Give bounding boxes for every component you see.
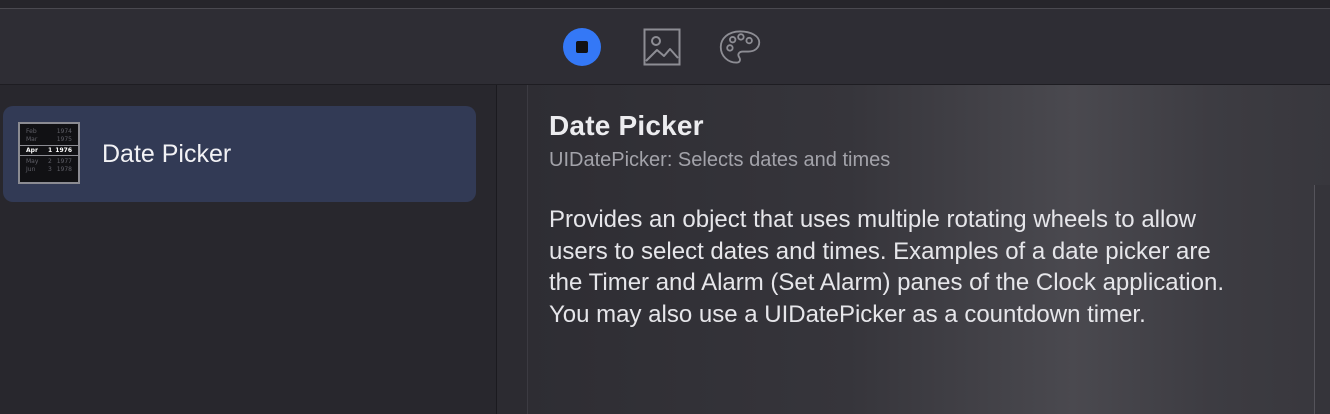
thumb-row: Feb 1974 xyxy=(26,128,72,135)
library-list: Feb 1974 Mar 1975 Apr 1 1976 May 2 1977 … xyxy=(0,85,497,414)
detail-subtitle: UIDatePicker: Selects dates and times xyxy=(549,149,891,171)
photo-icon xyxy=(643,28,681,66)
library-window: Feb 1974 Mar 1975 Apr 1 1976 May 2 1977 … xyxy=(0,0,1330,414)
detail-scrollbar[interactable] xyxy=(1314,185,1330,414)
list-item-label: Date Picker xyxy=(102,140,232,168)
detail-pane: Date Picker UIDatePicker: Selects dates … xyxy=(528,85,1330,414)
detail-description: Provides an object that uses multiple ro… xyxy=(549,206,1224,328)
thumb-row-selected: Apr 1 1976 xyxy=(20,145,78,156)
stop-square-circle-icon xyxy=(563,28,601,66)
list-item-date-picker[interactable]: Feb 1974 Mar 1975 Apr 1 1976 May 2 1977 … xyxy=(3,106,476,202)
objects-tab-button[interactable] xyxy=(560,25,604,69)
thumb-row: Jun 3 1978 xyxy=(26,166,72,173)
date-picker-thumbnail: Feb 1974 Mar 1975 Apr 1 1976 May 2 1977 … xyxy=(18,122,80,184)
palette-icon xyxy=(719,30,761,64)
detail-title: Date Picker xyxy=(549,110,704,141)
thumb-row: May 2 1977 xyxy=(26,158,72,165)
colors-tab-button[interactable] xyxy=(718,25,762,69)
media-tab-button[interactable] xyxy=(640,25,684,69)
thumb-row: Mar 1975 xyxy=(26,136,72,143)
library-toolbar xyxy=(0,9,1330,85)
split-view-divider[interactable] xyxy=(497,85,528,414)
window-top-edge xyxy=(0,0,1330,9)
